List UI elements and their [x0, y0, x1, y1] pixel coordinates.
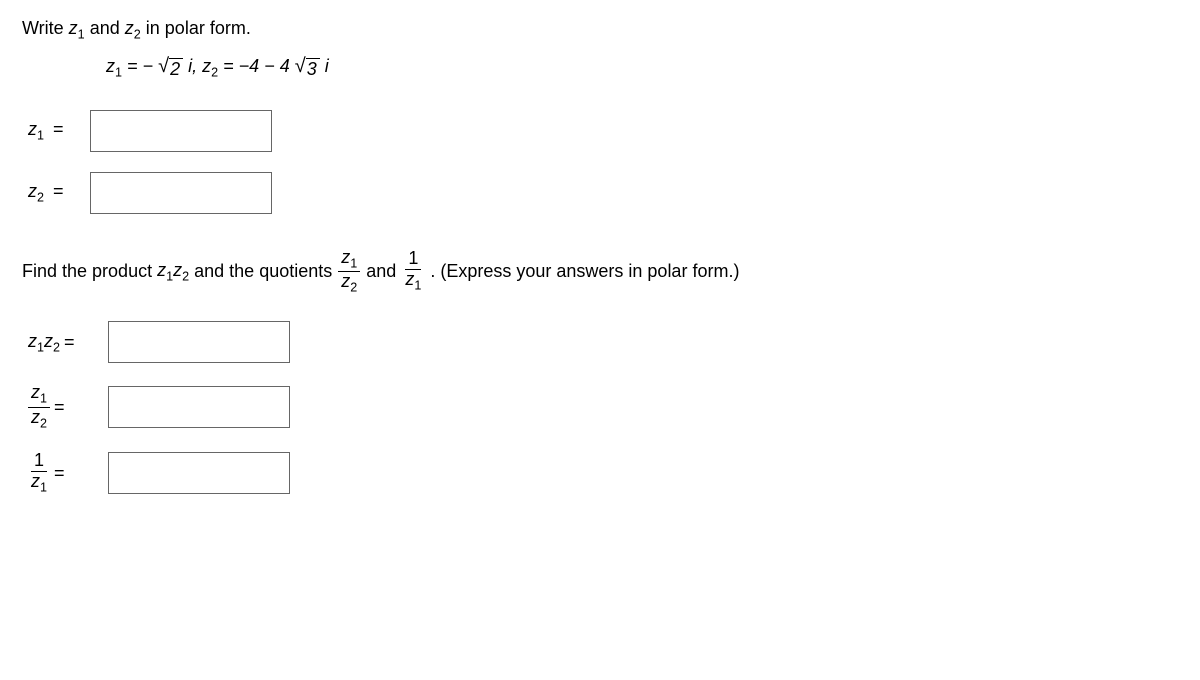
label-z2: z2 = [28, 181, 90, 205]
given-equations: z1 = − √2 i, z2 = −4 − 4 √3 i [106, 56, 1178, 80]
prompt-text: Write [22, 18, 69, 38]
input-z1-over-z2[interactable] [108, 386, 290, 428]
fraction-z1-z2: z1 z2 [338, 248, 360, 296]
answer-row-z1-over-z2: z1 z2 = [28, 383, 1178, 431]
sqrt-3: √3 [295, 57, 320, 80]
label-1-over-z1: 1 z1 = [28, 451, 108, 495]
var-z1z2: z1z2 [152, 260, 194, 284]
answer-row-z1: z1 = [28, 110, 1178, 152]
var-z1: z1 [106, 56, 122, 76]
input-z1z2[interactable] [108, 321, 290, 363]
sqrt-2: √2 [158, 57, 183, 80]
prompt-text: in polar form. [146, 18, 251, 38]
input-z2[interactable] [90, 172, 272, 214]
prompt-text: Find the product [22, 261, 152, 282]
eq-text: = −4 − 4 [223, 56, 290, 76]
input-z1[interactable] [90, 110, 272, 152]
prompt-text: . (Express your answers in polar form.) [430, 261, 739, 282]
prompt-line-1: Write z1 and z2 in polar form. [22, 18, 1178, 42]
label-z1z2: z1z2 = [28, 331, 108, 355]
var-z2: z2 [202, 56, 218, 76]
answer-row-1-over-z1: 1 z1 = [28, 451, 1178, 495]
label-z1-over-z2: z1 z2 = [28, 383, 108, 431]
i-text: i [325, 56, 329, 76]
prompt-text: and [366, 261, 396, 282]
eq-text: = − [127, 56, 153, 76]
prompt-line-2: Find the product z1z2 and the quotients … [22, 248, 1178, 296]
prompt-text: and the quotients [194, 261, 332, 282]
i-text: i, [188, 56, 202, 76]
var-z1: z1 [69, 18, 85, 38]
var-z2: z2 [125, 18, 141, 38]
input-1-over-z1[interactable] [108, 452, 290, 494]
answer-row-z2: z2 = [28, 172, 1178, 214]
fraction-1-z1: 1 z1 [402, 249, 424, 293]
prompt-text: and [90, 18, 125, 38]
answer-row-z1z2: z1z2 = [28, 321, 1178, 363]
label-z1: z1 = [28, 119, 90, 143]
